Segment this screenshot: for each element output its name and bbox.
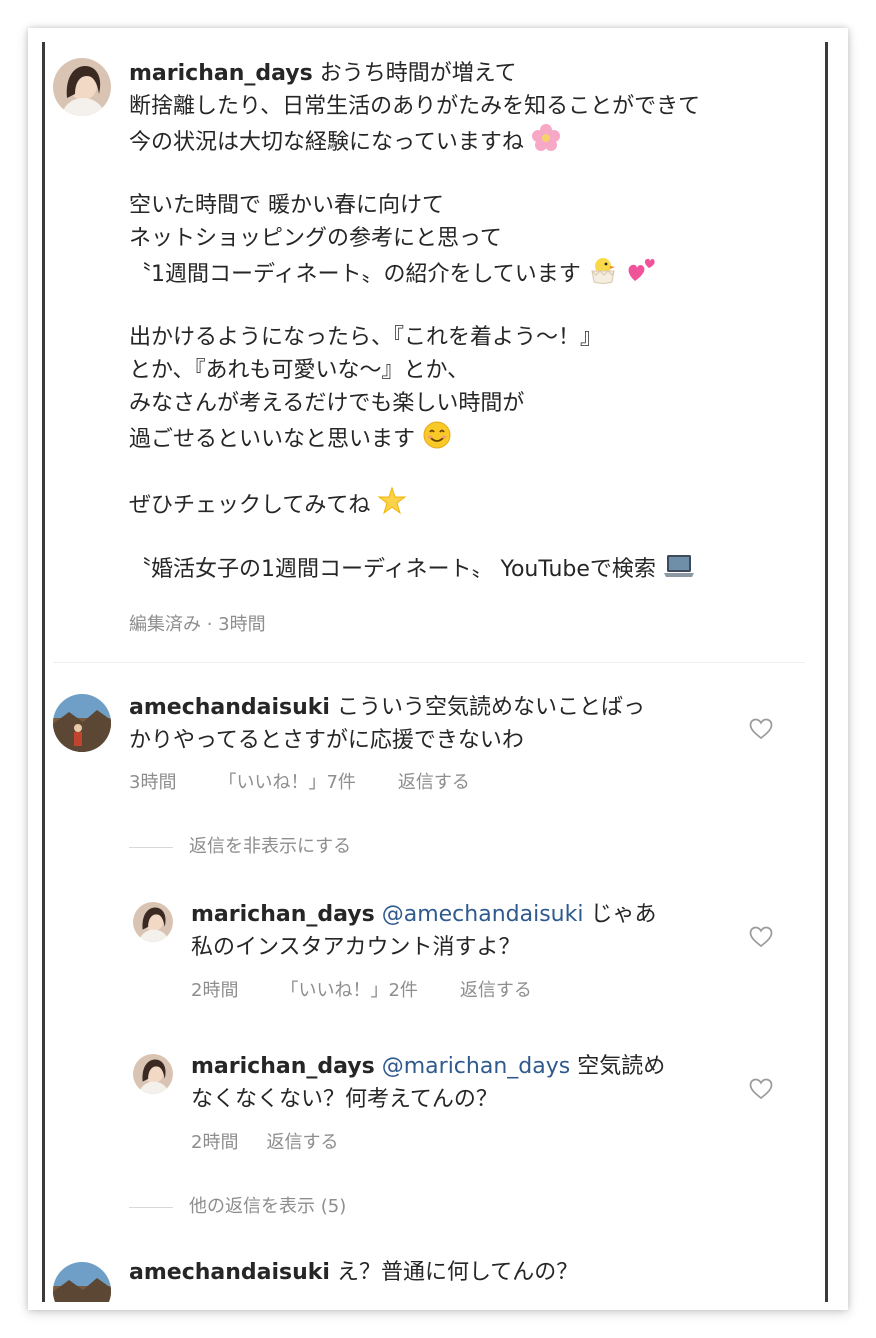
glowing-star-emoji [377,486,407,526]
caption-line-5: 空いた時間で 暖かい春に向けて [129,193,444,218]
reply-1-reply-button[interactable]: 返信する [460,980,532,1001]
avatar-marichan-days[interactable] [53,58,111,116]
caption-text: 過ごせるといいなと思います [129,427,416,452]
hatching-chick-emoji [588,255,618,295]
caption-line-2: 断捨離したり、日常生活のありがたみを知ることができて [129,94,701,119]
laptop-emoji [663,552,695,590]
reply-2-meta: 2時間 返信する [191,1128,380,1154]
comment-1-likes[interactable]: 「いいね！」7件 [218,772,355,793]
caption-line-7: 〝1週間コーディネート〟の紹介をしています [129,255,657,295]
reply-marichan-days-1: marichan_days @amechandaisuki じゃあ 私のインスタ… [45,890,825,1010]
reply-1-likes[interactable]: 「いいね！」2件 [280,980,417,1001]
toggle-line [129,846,173,848]
reply-2-reply-button[interactable]: 返信する [266,1132,338,1153]
caption-line-1: marichan_days おうち時間が増えて [129,57,517,90]
comment-2-username[interactable]: amechandaisuki [129,1260,330,1285]
post-meta: 編集済み · 3時間 [129,614,266,635]
comment-1-text: こういう空気読めないことばっ [336,695,645,720]
comment-1-username[interactable]: amechandaisuki [129,695,330,720]
reply-1-line-2: 私のインスタアカウント消すよ？ [191,935,521,960]
reply-2-line-2: なくなくない？何考えてんの？ [191,1087,498,1112]
comment-1-line-2: かりやってるとさすがに応援できないわ [129,728,524,753]
heart-outline-icon[interactable] [749,718,773,740]
reply-1-time: 2時間 [191,980,239,1001]
reply-1-text: じゃあ [583,902,657,927]
comment-2-text: え？普通に何してんの？ [336,1260,579,1285]
caption-text: おうち時間が増えて [319,61,517,86]
reply-1-username[interactable]: marichan_days [191,902,375,927]
hide-replies-label: 返信を非表示にする [189,836,352,857]
caption-line-10: とか、『あれも可愛いな〜』とか、 [129,358,470,383]
comment-amechandaisuki: amechandaisuki こういう空気読めないことばっ かりやってるとさすが… [45,682,825,802]
post-caption: marichan_days おうち時間が増えて 断捨離したり、日常生活のありがた… [45,42,825,682]
comment-2-line-1: amechandaisuki え？普通に何してんの？ [129,1256,578,1289]
hide-replies-toggle[interactable]: 返信を非表示にする [129,832,351,858]
caption-text: 〝1週間コーディネート〟の紹介をしています [129,262,581,287]
heart-outline-icon[interactable] [749,926,773,948]
comment-1-line-1: amechandaisuki こういう空気読めないことばっ [129,691,645,724]
reply-2-line-1: marichan_days @marichan_days 空気読め [191,1050,665,1083]
caption-line-12: 過ごせるといいなと思います [129,420,452,460]
caption-line-11: みなさんが考えるだけでも楽しい時間が [129,391,525,416]
avatar-marichan-days[interactable] [133,902,173,942]
more-replies-toggle[interactable]: 他の返信を表示 (5) [129,1192,346,1218]
avatar-amechandaisuki[interactable] [53,694,111,752]
avatar-amechandaisuki[interactable] [53,1262,111,1302]
reply-2-mention[interactable]: @marichan_days [382,1054,570,1079]
comment-1-time: 3時間 [129,772,177,793]
avatar-marichan-days[interactable] [133,1054,173,1094]
comment-amechandaisuki-2: amechandaisuki え？普通に何してんの？ [45,1250,825,1302]
two-hearts-emoji [625,255,657,295]
caption-line-9: 出かけるようになったら、『これを着よう〜！』 [129,325,603,350]
post-username[interactable]: marichan_days [129,61,313,86]
toggle-line [129,1206,173,1208]
caption-text: 今の状況は大切な経験になっていますね [129,130,524,155]
screenshot-frame: marichan_days おうち時間が増えて 断捨離したり、日常生活のありがた… [28,28,848,1310]
comment-1-reply-button[interactable]: 返信する [398,772,470,793]
caption-line-16: 〝婚活女子の1週間コーディネート〟 YouTubeで検索 [129,552,695,590]
caption-line-14: ぜひチェックしてみてね [129,486,407,526]
caption-line-6: ネットショッピングの参考にと思って [129,226,502,251]
comment-1-meta: 3時間 「いいね！」7件 返信する [129,768,512,794]
reply-2-text: 空気読め [570,1054,666,1079]
cherry-blossom-emoji [531,123,561,163]
reply-1-line-1: marichan_days @amechandaisuki じゃあ [191,898,656,931]
reply-2-username[interactable]: marichan_days [191,1054,375,1079]
caption-text: ぜひチェックしてみてね [129,493,371,518]
reply-2-time: 2時間 [191,1132,239,1153]
heart-outline-icon[interactable] [749,1078,773,1100]
instagram-comments-screen: marichan_days おうち時間が増えて 断捨離したり、日常生活のありがた… [42,42,828,1302]
reply-1-mention[interactable]: @amechandaisuki [382,902,584,927]
more-replies-label: 他の返信を表示 (5) [189,1196,347,1217]
reply-marichan-days-2: marichan_days @marichan_days 空気読め なくなくない… [45,1042,825,1162]
caption-divider [53,662,805,663]
smiling-face-emoji [422,420,452,460]
caption-line-3: 今の状況は大切な経験になっていますね [129,123,561,163]
reply-1-meta: 2時間 「いいね！」2件 返信する [191,976,574,1002]
caption-text: 〝婚活女子の1週間コーディネート〟 YouTubeで検索 [129,557,656,582]
